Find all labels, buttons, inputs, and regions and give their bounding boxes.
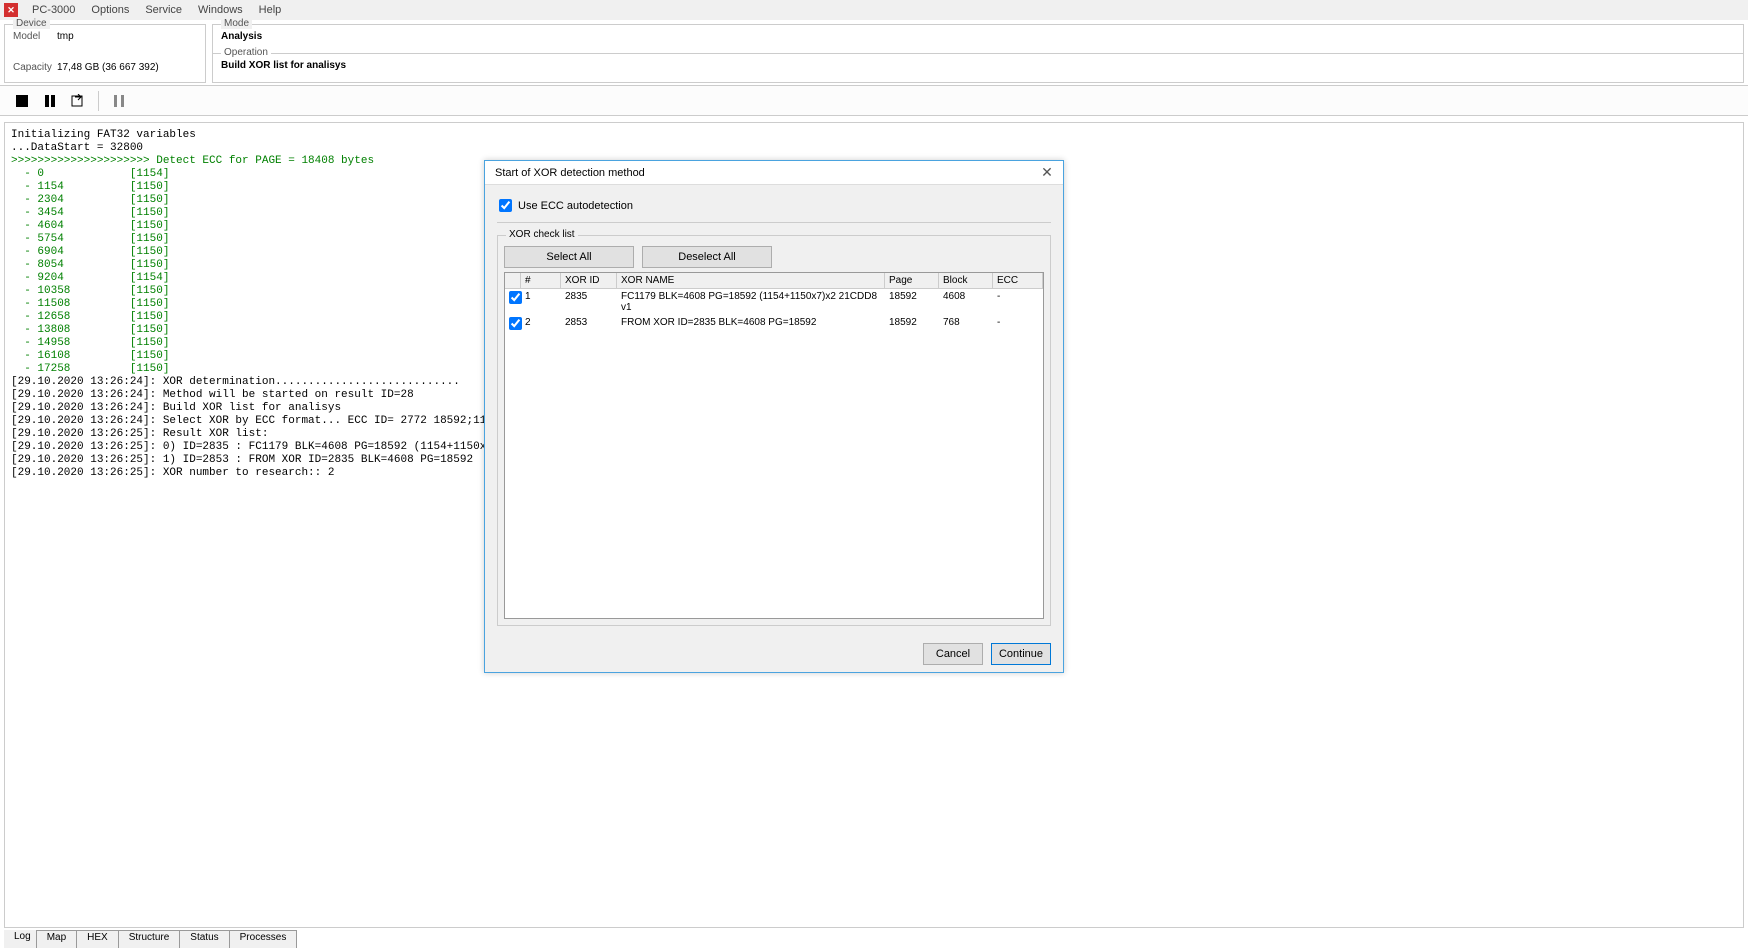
- tab-processes[interactable]: Processes: [229, 930, 298, 948]
- dialog-footer: Cancel Continue: [485, 636, 1063, 672]
- xor-check-list-title: XOR check list: [506, 229, 578, 240]
- cell-num: 1: [521, 290, 561, 314]
- right-panel: Mode Analysis Operation Build XOR list f…: [212, 24, 1744, 83]
- th-check: [505, 273, 521, 288]
- model-label: Model: [13, 31, 57, 42]
- tab-status[interactable]: Status: [179, 930, 229, 948]
- cell-xorid: 2853: [561, 316, 617, 334]
- mode-value: Analysis: [213, 25, 1743, 48]
- app-icon: ✕: [4, 3, 18, 17]
- table-header: # XOR ID XOR NAME Page Block ECC: [505, 273, 1043, 289]
- device-panel-title: Device: [13, 18, 50, 29]
- info-row: Device Model tmp Capacity 17,48 GB (36 6…: [0, 20, 1748, 86]
- toolbar: [0, 86, 1748, 116]
- log-text-green: >>>>>>>>>>>>>>>>>>>>> Detect ECC for PAG…: [11, 155, 374, 375]
- stop-button[interactable]: [10, 89, 34, 113]
- log-text-2: [29.10.2020 13:26:24]: XOR determination…: [11, 376, 566, 479]
- th-num[interactable]: #: [521, 273, 561, 288]
- deselect-all-button[interactable]: Deselect All: [642, 246, 772, 268]
- app-name: PC-3000: [24, 2, 83, 18]
- cell-xorid: 2835: [561, 290, 617, 314]
- table-row[interactable]: 2 2853 FROM XOR ID=2835 BLK=4608 PG=1859…: [505, 315, 1043, 335]
- log-text-1: Initializing FAT32 variables ...DataStar…: [11, 129, 196, 154]
- menu-options[interactable]: Options: [83, 2, 137, 18]
- menu-help[interactable]: Help: [251, 2, 290, 18]
- cell-block: 4608: [939, 290, 993, 314]
- pause-button[interactable]: [38, 89, 62, 113]
- menu-windows[interactable]: Windows: [190, 2, 251, 18]
- th-ecc[interactable]: ECC: [993, 273, 1043, 288]
- continue-button[interactable]: Continue: [991, 643, 1051, 665]
- select-all-button[interactable]: Select All: [504, 246, 634, 268]
- th-page[interactable]: Page: [885, 273, 939, 288]
- table-row[interactable]: 1 2835 FC1179 BLK=4608 PG=18592 (1154+11…: [505, 289, 1043, 315]
- mode-title: Mode: [221, 18, 252, 29]
- th-xorname[interactable]: XOR NAME: [617, 273, 885, 288]
- model-value: tmp: [57, 31, 74, 42]
- ecc-autodetect-label: Use ECC autodetection: [518, 200, 633, 212]
- dialog-titlebar: Start of XOR detection method ✕: [485, 161, 1063, 185]
- dialog-body: Use ECC autodetection XOR check list Sel…: [485, 185, 1063, 636]
- cell-ecc: -: [993, 316, 1043, 334]
- cancel-button[interactable]: Cancel: [923, 643, 983, 665]
- operation-value: Build XOR list for analisys: [213, 54, 1743, 77]
- th-block[interactable]: Block: [939, 273, 993, 288]
- xor-dialog: Start of XOR detection method ✕ Use ECC …: [484, 160, 1064, 673]
- tab-hex[interactable]: HEX: [76, 930, 119, 948]
- operation-title: Operation: [221, 47, 271, 58]
- menu-service[interactable]: Service: [137, 2, 190, 18]
- capacity-value: 17,48 GB (36 667 392): [57, 62, 159, 73]
- export-button[interactable]: [66, 89, 90, 113]
- ecc-autodetect-checkbox[interactable]: [499, 199, 512, 212]
- cell-xorname: FC1179 BLK=4608 PG=18592 (1154+1150x7)x2…: [617, 290, 885, 314]
- cell-page: 18592: [885, 290, 939, 314]
- cell-xorname: FROM XOR ID=2835 BLK=4608 PG=18592: [617, 316, 885, 334]
- settings-button[interactable]: [107, 89, 131, 113]
- xor-check-list: XOR check list Select All Deselect All #…: [497, 235, 1051, 626]
- tab-map[interactable]: Map: [36, 930, 77, 948]
- cell-num: 2: [521, 316, 561, 334]
- bottom-tabs: Log Map HEX Structure Status Processes: [4, 930, 296, 948]
- device-panel: Device Model tmp Capacity 17,48 GB (36 6…: [4, 24, 206, 83]
- ecc-autodetect-row: Use ECC autodetection: [497, 195, 1051, 223]
- cell-ecc: -: [993, 290, 1043, 314]
- capacity-label: Capacity: [13, 62, 57, 73]
- toolbar-separator: [98, 91, 99, 111]
- tab-structure[interactable]: Structure: [118, 930, 181, 948]
- menu-bar: ✕ PC-3000 Options Service Windows Help: [0, 0, 1748, 20]
- cell-page: 18592: [885, 316, 939, 334]
- close-icon[interactable]: ✕: [1037, 163, 1057, 183]
- dialog-title-text: Start of XOR detection method: [495, 167, 645, 179]
- xor-table: # XOR ID XOR NAME Page Block ECC 1 2835 …: [504, 272, 1044, 619]
- tab-log[interactable]: Log: [4, 930, 37, 948]
- th-xorid[interactable]: XOR ID: [561, 273, 617, 288]
- cell-block: 768: [939, 316, 993, 334]
